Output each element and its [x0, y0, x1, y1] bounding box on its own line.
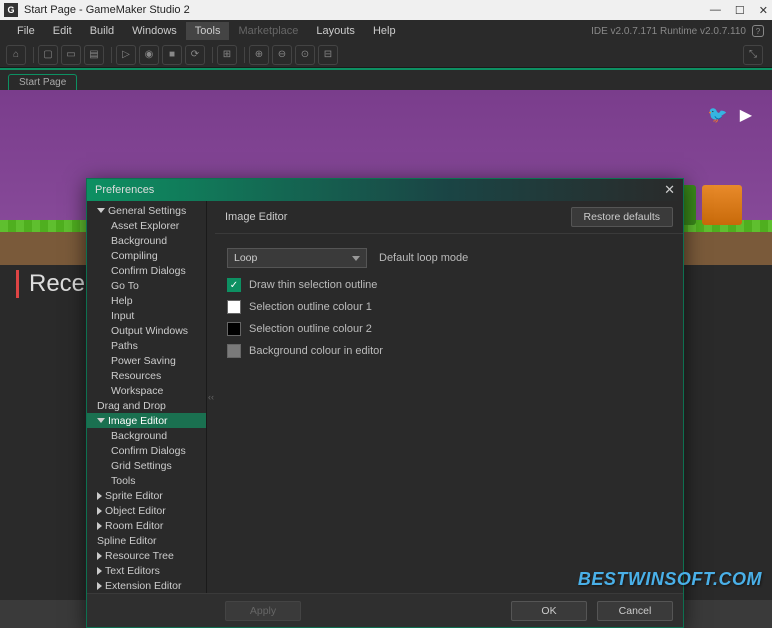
window-controls: — ☐ ✕	[710, 4, 768, 17]
tab-start-page[interactable]: Start Page	[8, 74, 77, 90]
background-colour-swatch[interactable]	[227, 344, 241, 358]
watermark: BESTWINSOFT.COM	[578, 569, 762, 590]
menu-tools[interactable]: Tools	[186, 22, 230, 40]
loop-mode-value: Loop	[234, 252, 352, 264]
debug-icon[interactable]: ◉	[139, 45, 159, 65]
docking-icon[interactable]: ⊟	[318, 45, 338, 65]
zoom-in-icon[interactable]: ⊕	[249, 45, 269, 65]
app-icon: G	[4, 3, 18, 17]
stop-icon[interactable]: ■	[162, 45, 182, 65]
titlebar: G Start Page - GameMaker Studio 2 — ☐ ✕	[0, 0, 772, 20]
menu-edit[interactable]: Edit	[44, 22, 81, 40]
new-icon[interactable]: ▢	[38, 45, 58, 65]
dialog-header: Preferences ✕	[87, 179, 683, 201]
main-area: 🐦 ▶ Recent My First Game - DnD My First …	[0, 90, 772, 600]
dialog-footer: Apply OK Cancel	[87, 593, 683, 627]
save-icon[interactable]: ▤	[84, 45, 104, 65]
open-icon[interactable]: ▭	[61, 45, 81, 65]
twitter-icon[interactable]: 🐦	[708, 105, 728, 125]
tree-ie-background[interactable]: Background	[87, 428, 206, 443]
cancel-button[interactable]: Cancel	[597, 601, 673, 621]
menu-help[interactable]: Help	[364, 22, 405, 40]
selection-colour-2-label: Selection outline colour 2	[249, 323, 372, 335]
tree-ie-grid[interactable]: Grid Settings	[87, 458, 206, 473]
tree-resources[interactable]: Resources	[87, 368, 206, 383]
tabbar: Start Page	[0, 68, 772, 90]
thin-outline-checkbox[interactable]: ✓	[227, 278, 241, 292]
selection-colour-1-label: Selection outline colour 1	[249, 301, 372, 313]
tree-object-editor[interactable]: Object Editor	[87, 503, 206, 518]
tree-compiling[interactable]: Compiling	[87, 248, 206, 263]
tree-resource-tree[interactable]: Resource Tree	[87, 548, 206, 563]
tree-asset-explorer[interactable]: Asset Explorer	[87, 218, 206, 233]
tree-go-to[interactable]: Go To	[87, 278, 206, 293]
decor-block-orange	[702, 185, 742, 225]
chevron-down-icon	[352, 256, 360, 261]
dialog-title: Preferences	[95, 184, 664, 196]
youtube-icon[interactable]: ▶	[740, 105, 752, 125]
tree-room-editor[interactable]: Room Editor	[87, 518, 206, 533]
preferences-tree[interactable]: General Settings Asset Explorer Backgrou…	[87, 201, 207, 593]
menubar: File Edit Build Windows Tools Marketplac…	[0, 20, 772, 42]
ide-version-label: IDE v2.0.7.171 Runtime v2.0.7.110	[591, 26, 746, 37]
restore-defaults-button[interactable]: Restore defaults	[571, 207, 673, 227]
menu-windows[interactable]: Windows	[123, 22, 186, 40]
menu-marketplace[interactable]: Marketplace	[229, 22, 307, 40]
loop-mode-dropdown[interactable]: Loop	[227, 248, 367, 268]
apply-button[interactable]: Apply	[225, 601, 301, 621]
pane-title: Image Editor	[225, 211, 571, 223]
menu-layouts[interactable]: Layouts	[307, 22, 364, 40]
tree-paths[interactable]: Paths	[87, 338, 206, 353]
tree-output-windows[interactable]: Output Windows	[87, 323, 206, 338]
tree-confirm-dialogs[interactable]: Confirm Dialogs	[87, 263, 206, 278]
window-title: Start Page - GameMaker Studio 2	[24, 4, 710, 16]
tree-drag-and-drop[interactable]: Drag and Drop	[87, 398, 206, 413]
toolbar: ⌂ ▢ ▭ ▤ ▷ ◉ ■ ⟳ ⊞ ⊕ ⊖ ⊙ ⊟ ⤡	[0, 42, 772, 68]
tree-workspace[interactable]: Workspace	[87, 383, 206, 398]
close-button[interactable]: ✕	[759, 4, 768, 17]
zoom-reset-icon[interactable]: ⊙	[295, 45, 315, 65]
close-icon[interactable]: ✕	[664, 182, 675, 198]
preferences-dialog: Preferences ✕ General Settings Asset Exp…	[86, 178, 684, 628]
background-colour-label: Background colour in editor	[249, 345, 383, 357]
clean-icon[interactable]: ⟳	[185, 45, 205, 65]
preferences-pane: Image Editor Restore defaults Loop Defau…	[215, 201, 683, 593]
tree-text-editors[interactable]: Text Editors	[87, 563, 206, 578]
run-icon[interactable]: ▷	[116, 45, 136, 65]
tree-sprite-editor[interactable]: Sprite Editor	[87, 488, 206, 503]
collapse-handle[interactable]: ‹‹	[207, 201, 215, 593]
selection-colour-2-swatch[interactable]	[227, 322, 241, 336]
tree-image-editor[interactable]: Image Editor	[87, 413, 206, 428]
tree-ie-confirm-dialogs[interactable]: Confirm Dialogs	[87, 443, 206, 458]
tree-help[interactable]: Help	[87, 293, 206, 308]
expand-icon[interactable]: ⤡	[743, 45, 763, 65]
tree-power-saving[interactable]: Power Saving	[87, 353, 206, 368]
ok-button[interactable]: OK	[511, 601, 587, 621]
tree-input[interactable]: Input	[87, 308, 206, 323]
loop-mode-label: Default loop mode	[379, 252, 468, 264]
minimize-button[interactable]: —	[710, 4, 721, 17]
menu-file[interactable]: File	[8, 22, 44, 40]
tree-ie-tools[interactable]: Tools	[87, 473, 206, 488]
social-icons: 🐦 ▶	[708, 105, 752, 125]
home-icon[interactable]: ⌂	[6, 45, 26, 65]
maximize-button[interactable]: ☐	[735, 4, 745, 17]
thin-outline-label: Draw thin selection outline	[249, 279, 377, 291]
tree-spline-editor[interactable]: Spline Editor	[87, 533, 206, 548]
menu-build[interactable]: Build	[81, 22, 123, 40]
tree-background[interactable]: Background	[87, 233, 206, 248]
tree-general-settings[interactable]: General Settings	[87, 203, 206, 218]
help-icon[interactable]: ?	[752, 25, 764, 37]
selection-colour-1-swatch[interactable]	[227, 300, 241, 314]
zoom-out-icon[interactable]: ⊖	[272, 45, 292, 65]
target-icon[interactable]: ⊞	[217, 45, 237, 65]
tree-extension-editor[interactable]: Extension Editor	[87, 578, 206, 593]
